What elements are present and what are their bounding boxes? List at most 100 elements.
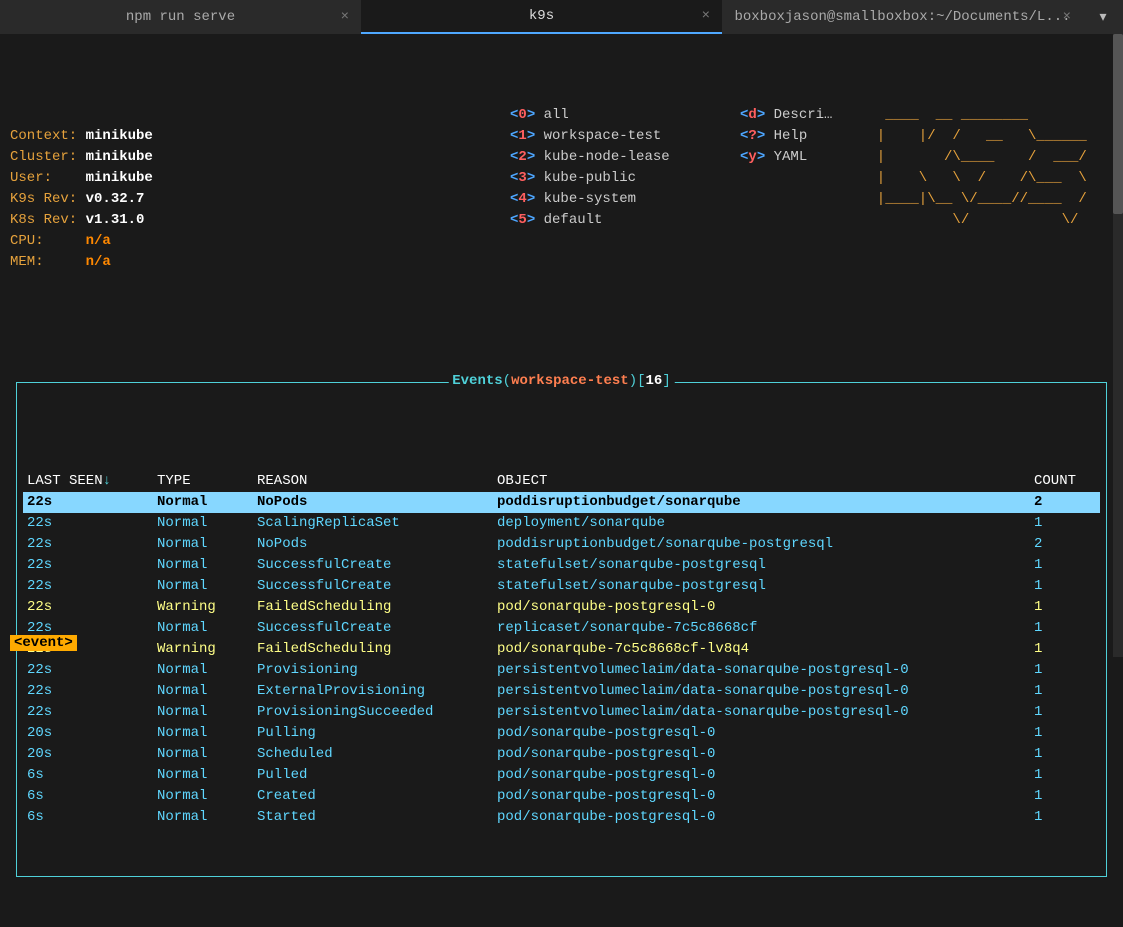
cell-count: 1 bbox=[1030, 807, 1100, 828]
k9s-ascii-logo: ____ __ ________ | |/ / __ \______ | /\_… bbox=[860, 105, 1087, 294]
table-row[interactable]: 20s Normal Scheduled pod/sonarqube-postg… bbox=[23, 744, 1100, 765]
info-value: minikube bbox=[86, 149, 153, 165]
cell-object: pod/sonarqube-postgresql-0 bbox=[493, 597, 1030, 618]
table-row[interactable]: 6s Normal Started pod/sonarqube-postgres… bbox=[23, 807, 1100, 828]
close-icon[interactable]: × bbox=[1063, 9, 1071, 25]
cell-type: Normal bbox=[153, 702, 253, 723]
cell-object: pod/sonarqube-postgresql-0 bbox=[493, 744, 1030, 765]
tab-menu-button[interactable]: ▾ bbox=[1083, 0, 1123, 34]
namespace-hotkey[interactable]: <0> all bbox=[510, 105, 740, 126]
col-object[interactable]: OBJECT bbox=[493, 471, 1030, 492]
info-value: n/a bbox=[86, 254, 111, 270]
breadcrumb-bar: <event> bbox=[10, 635, 77, 651]
cell-reason: Scheduled bbox=[253, 744, 493, 765]
cell-count: 1 bbox=[1030, 681, 1100, 702]
col-type[interactable]: TYPE bbox=[153, 471, 253, 492]
cell-count: 1 bbox=[1030, 513, 1100, 534]
events-panel: Events(workspace-test)[16] LAST SEEN↓ TY… bbox=[16, 382, 1107, 877]
table-row[interactable]: 22s Normal ExternalProvisioning persiste… bbox=[23, 681, 1100, 702]
namespace-hotkey[interactable]: <1> workspace-test bbox=[510, 126, 740, 147]
cell-type: Normal bbox=[153, 807, 253, 828]
cell-type: Normal bbox=[153, 744, 253, 765]
table-row[interactable]: 22s Normal NoPods poddisruptionbudget/so… bbox=[23, 534, 1100, 555]
cell-count: 2 bbox=[1030, 492, 1100, 513]
chevron-down-icon: ▾ bbox=[1099, 9, 1106, 26]
namespace-hotkey[interactable]: <4> kube-system bbox=[510, 189, 740, 210]
col-reason[interactable]: REASON bbox=[253, 471, 493, 492]
cell-last-seen: 20s bbox=[23, 744, 153, 765]
cell-last-seen: 22s bbox=[23, 702, 153, 723]
cell-type: Normal bbox=[153, 576, 253, 597]
cell-object: pod/sonarqube-postgresql-0 bbox=[493, 723, 1030, 744]
table-row[interactable]: 22s Normal SuccessfulCreate statefulset/… bbox=[23, 555, 1100, 576]
cell-count: 1 bbox=[1030, 744, 1100, 765]
tab-label: boxboxjason@smallboxbox:~/Documents/L... bbox=[734, 9, 1070, 25]
info-value: v0.32.7 bbox=[86, 191, 145, 207]
cell-reason: SuccessfulCreate bbox=[253, 555, 493, 576]
table-row[interactable]: 22s Warning FailedScheduling pod/sonarqu… bbox=[23, 597, 1100, 618]
table-row[interactable]: 22s Normal SuccessfulCreate replicaset/s… bbox=[23, 618, 1100, 639]
cell-count: 1 bbox=[1030, 660, 1100, 681]
cell-last-seen: 22s bbox=[23, 681, 153, 702]
cell-reason: ExternalProvisioning bbox=[253, 681, 493, 702]
cell-object: pod/sonarqube-postgresql-0 bbox=[493, 807, 1030, 828]
events-table[interactable]: LAST SEEN↓ TYPE REASON OBJECT COUNT 22s … bbox=[23, 471, 1100, 828]
info-value: n/a bbox=[86, 233, 111, 249]
command-hotkey[interactable]: <d> Descri… bbox=[740, 105, 860, 126]
cell-last-seen: 22s bbox=[23, 555, 153, 576]
cell-last-seen: 22s bbox=[23, 597, 153, 618]
table-row[interactable]: 22s Normal ProvisioningSucceeded persist… bbox=[23, 702, 1100, 723]
cell-count: 1 bbox=[1030, 723, 1100, 744]
namespace-hotkey[interactable]: <3> kube-public bbox=[510, 168, 740, 189]
cell-last-seen: 6s bbox=[23, 765, 153, 786]
tab-label: k9s bbox=[529, 8, 554, 24]
tab-terminal[interactable]: boxboxjason@smallboxbox:~/Documents/L...… bbox=[722, 0, 1083, 34]
cell-type: Normal bbox=[153, 513, 253, 534]
scrollbar[interactable] bbox=[1113, 34, 1123, 657]
scrollbar-thumb[interactable] bbox=[1113, 34, 1123, 214]
close-icon[interactable]: × bbox=[702, 8, 710, 24]
cell-object: pod/sonarqube-postgresql-0 bbox=[493, 765, 1030, 786]
table-row[interactable]: 6s Normal Pulled pod/sonarqube-postgresq… bbox=[23, 765, 1100, 786]
info-value: minikube bbox=[86, 128, 153, 144]
namespace-hotkey[interactable]: <5> default bbox=[510, 210, 740, 231]
command-hotkey[interactable]: <y> YAML bbox=[740, 147, 860, 168]
cell-last-seen: 22s bbox=[23, 576, 153, 597]
cell-last-seen: 6s bbox=[23, 807, 153, 828]
cell-last-seen: 22s bbox=[23, 660, 153, 681]
tab-npm[interactable]: npm run serve × bbox=[0, 0, 361, 34]
cell-count: 2 bbox=[1030, 534, 1100, 555]
col-last-seen[interactable]: LAST SEEN bbox=[27, 473, 103, 489]
col-count[interactable]: COUNT bbox=[1030, 471, 1100, 492]
info-key: K9s Rev: bbox=[10, 191, 77, 207]
table-row[interactable]: 22s Normal NoPods poddisruptionbudget/so… bbox=[23, 492, 1100, 513]
table-row[interactable]: 6s Normal Created pod/sonarqube-postgres… bbox=[23, 786, 1100, 807]
cell-type: Normal bbox=[153, 492, 253, 513]
command-hotkey[interactable]: <?> Help bbox=[740, 126, 860, 147]
info-key: MEM: bbox=[10, 254, 44, 270]
cell-object: statefulset/sonarqube-postgresql bbox=[493, 576, 1030, 597]
table-row[interactable]: 22s Normal ScalingReplicaSet deployment/… bbox=[23, 513, 1100, 534]
cell-object: deployment/sonarqube bbox=[493, 513, 1030, 534]
cell-count: 1 bbox=[1030, 786, 1100, 807]
tab-k9s[interactable]: k9s × bbox=[361, 0, 722, 34]
cell-object: persistentvolumeclaim/data-sonarqube-pos… bbox=[493, 702, 1030, 723]
table-row[interactable]: 22s Normal Provisioning persistentvolume… bbox=[23, 660, 1100, 681]
cell-object: poddisruptionbudget/sonarqube bbox=[493, 492, 1030, 513]
table-row[interactable]: 22s Normal SuccessfulCreate statefulset/… bbox=[23, 576, 1100, 597]
table-row[interactable]: 20s Normal Pulling pod/sonarqube-postgre… bbox=[23, 723, 1100, 744]
events-title: Events(workspace-test)[16] bbox=[448, 371, 674, 392]
cell-last-seen: 22s bbox=[23, 492, 153, 513]
close-icon[interactable]: × bbox=[341, 9, 349, 25]
cell-object: poddisruptionbudget/sonarqube-postgresql bbox=[493, 534, 1030, 555]
info-key: Context: bbox=[10, 128, 77, 144]
cell-type: Normal bbox=[153, 555, 253, 576]
cell-reason: Created bbox=[253, 786, 493, 807]
cell-object: persistentvolumeclaim/data-sonarqube-pos… bbox=[493, 660, 1030, 681]
cell-count: 1 bbox=[1030, 702, 1100, 723]
cell-count: 1 bbox=[1030, 618, 1100, 639]
breadcrumb[interactable]: <event> bbox=[10, 635, 77, 651]
cell-type: Warning bbox=[153, 597, 253, 618]
namespace-hotkey[interactable]: <2> kube-node-lease bbox=[510, 147, 740, 168]
cluster-info: Context: minikube Cluster: minikube User… bbox=[10, 105, 510, 294]
